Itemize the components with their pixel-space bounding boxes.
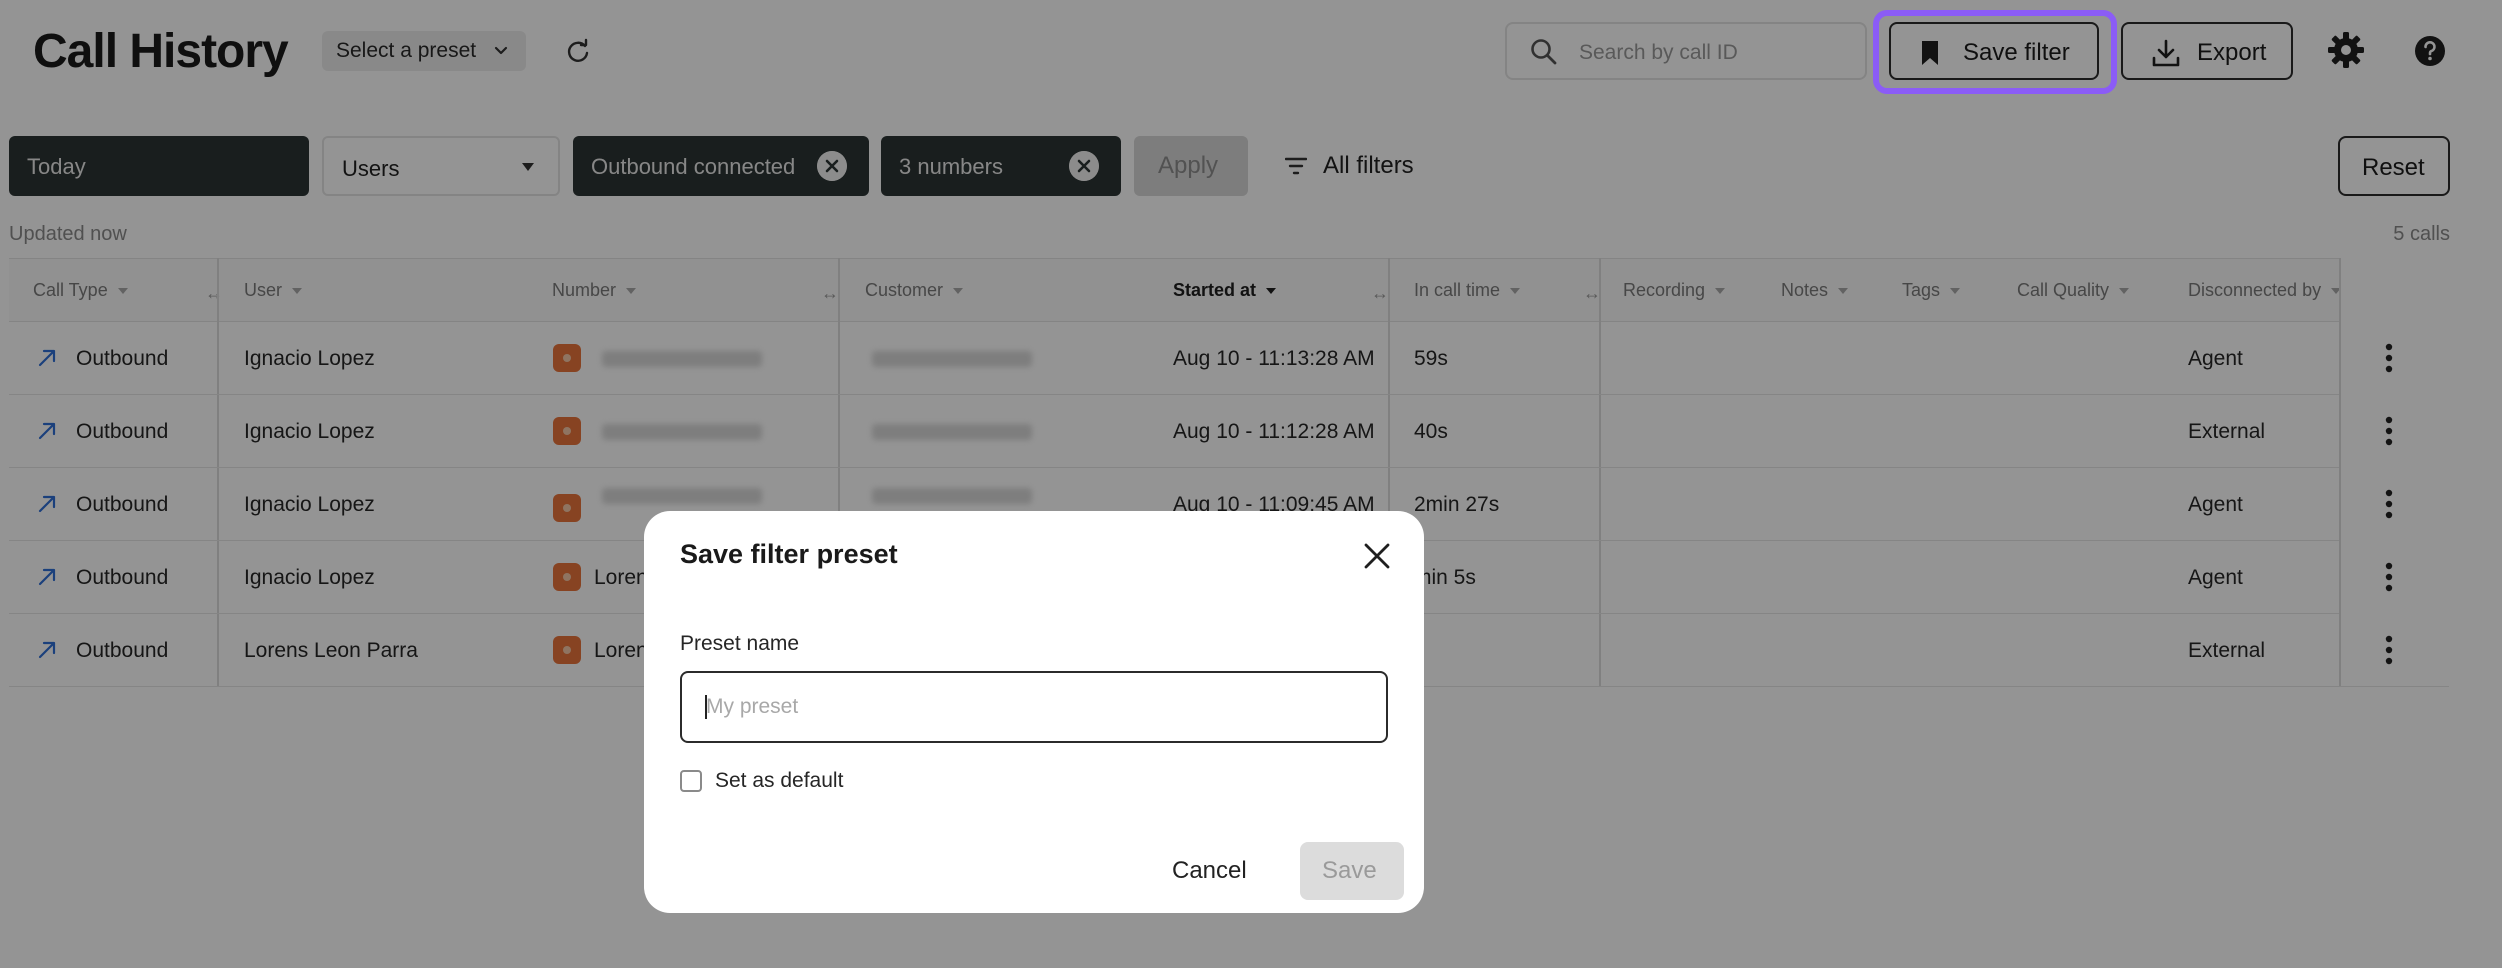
preset-name-label: Preset name (680, 632, 800, 655)
save-button[interactable]: Save (1300, 842, 1404, 900)
save-filter-highlight (1873, 10, 2117, 94)
set-default-checkbox[interactable] (680, 770, 702, 792)
text-caret (705, 695, 707, 719)
cancel-button[interactable]: Cancel (1144, 842, 1266, 900)
save-label: Save (1322, 857, 1377, 884)
set-default-label[interactable]: Set as default (715, 769, 843, 793)
preset-name-input[interactable] (680, 671, 1388, 743)
save-filter-dialog: Save filter preset Preset name Set as de… (644, 511, 1424, 913)
dialog-title: Save filter preset (680, 539, 898, 569)
cancel-label: Cancel (1172, 857, 1247, 884)
close-icon[interactable] (1362, 541, 1392, 571)
